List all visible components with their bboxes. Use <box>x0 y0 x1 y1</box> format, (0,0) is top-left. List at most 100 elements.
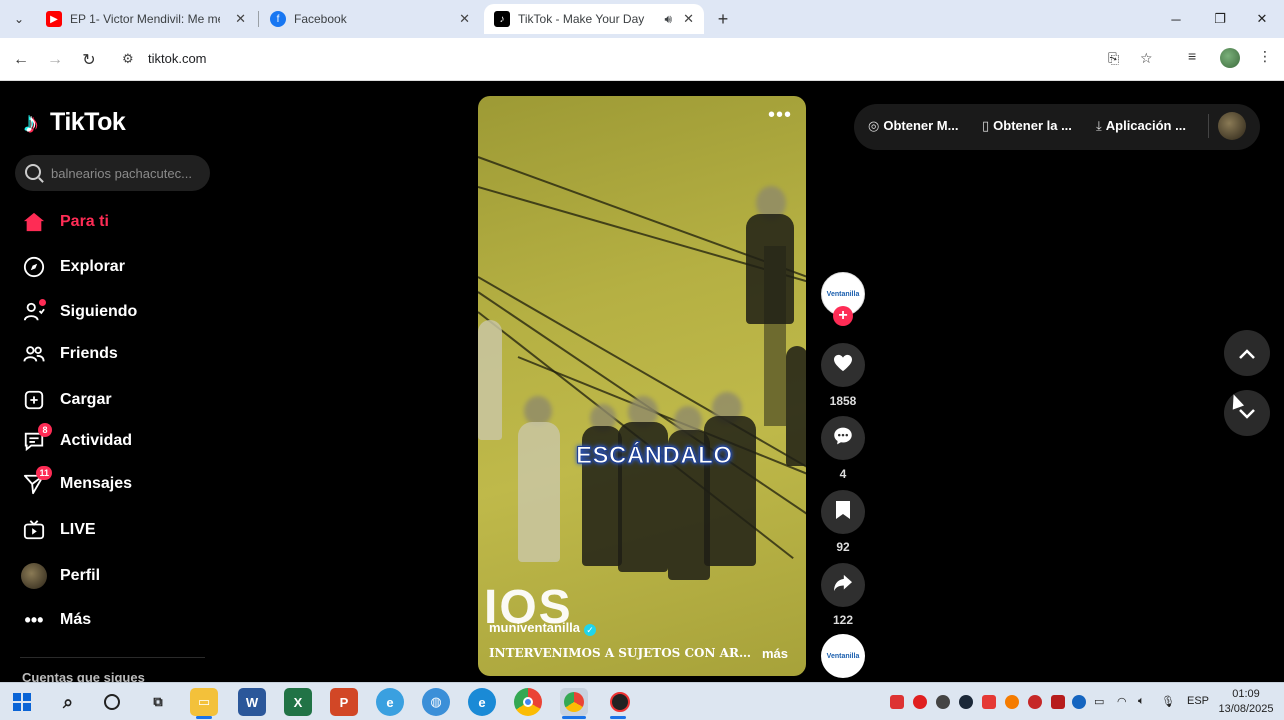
tab-youtube[interactable]: ▶ EP 1- Victor Mendivil: Me metí ✕ <box>36 4 256 34</box>
tray-app-icon[interactable] <box>982 695 996 709</box>
taskbar-search-icon[interactable]: ⌕ <box>54 688 82 716</box>
task-view-icon[interactable]: ⧉ <box>144 688 172 716</box>
browser-profile-avatar[interactable] <box>1220 48 1240 68</box>
follow-plus-button[interactable]: + <box>833 306 853 326</box>
get-coins-button[interactable]: ◎ Obtener M... <box>868 118 958 134</box>
tab-tiktok[interactable]: ♪ TikTok - Make Your Day 🔊︎ ✕ <box>484 4 704 34</box>
video-player[interactable]: ••• ESCÁNDALO IOS muniventanilla ✓ INTERV… <box>478 96 806 676</box>
nav-cargar[interactable]: Cargar <box>20 385 112 415</box>
save-button[interactable] <box>821 490 865 534</box>
tab-facebook[interactable]: f Facebook ✕ <box>260 4 480 34</box>
site-info-icon[interactable]: ⚙ <box>122 51 134 67</box>
recording-app-icon[interactable] <box>606 688 634 716</box>
bookmark-icon <box>835 500 851 525</box>
video-options-icon[interactable]: ••• <box>768 104 792 127</box>
video-author[interactable]: muniventanilla ✓ <box>489 620 597 636</box>
profile-avatar <box>21 563 47 589</box>
active-app-indicator <box>196 716 212 719</box>
previous-video-button[interactable] <box>1224 330 1270 376</box>
description-more-link[interactable]: más <box>762 646 788 661</box>
facebook-icon: f <box>270 11 286 27</box>
volume-icon[interactable]: 🔈︎ <box>1138 695 1145 708</box>
new-tab-button[interactable]: + <box>712 8 734 30</box>
windows-start-icon[interactable] <box>8 688 36 716</box>
live-icon <box>20 516 48 544</box>
get-app-button[interactable]: ▯ Obtener la ... <box>982 118 1072 134</box>
language-indicator[interactable]: ESP <box>1187 695 1209 707</box>
tray-app-icon[interactable] <box>1028 695 1042 709</box>
system-clock[interactable]: 01:09 13/08/2025 <box>1218 687 1274 717</box>
download-app-button[interactable]: ⤓ Aplicación ... <box>1096 118 1186 134</box>
maximize-button[interactable]: ❐ <box>1198 0 1242 38</box>
close-tab-icon[interactable]: ✕ <box>459 11 470 27</box>
tray-app-icon[interactable] <box>936 695 950 709</box>
upload-icon <box>20 386 48 414</box>
battery-icon[interactable]: ▭ <box>1094 695 1104 708</box>
user-avatar[interactable] <box>1218 112 1246 140</box>
browser-toolbar: ← → ↻ ⚙ tiktok.com ⎘ ☆ ≡ ⋮ <box>0 38 1284 81</box>
comment-button[interactable] <box>821 416 865 460</box>
browser-tab-strip: ⌄ ▶ EP 1- Victor Mendivil: Me metí ✕ f F… <box>0 0 1284 38</box>
nav-explorar[interactable]: Explorar <box>20 252 125 282</box>
excel-icon[interactable]: X <box>284 688 312 716</box>
install-app-icon[interactable]: ⎘ <box>1108 50 1119 67</box>
microphone-icon[interactable]: 🎙︎ <box>1161 695 1175 708</box>
tray-app-icon[interactable] <box>890 695 904 709</box>
close-tab-icon[interactable]: ✕ <box>235 11 246 27</box>
nav-mas[interactable]: ••• Más <box>20 605 92 635</box>
like-count: 1858 <box>829 394 857 408</box>
active-app-indicator <box>562 716 586 719</box>
close-window-button[interactable]: ✕ <box>1240 0 1284 38</box>
minimize-button[interactable]: ─ <box>1154 0 1198 38</box>
reload-button[interactable]: ↻ <box>76 47 102 73</box>
share-button[interactable] <box>821 563 865 607</box>
messages-badge: 11 <box>36 466 52 480</box>
tiktok-icon: ♪ <box>494 11 510 27</box>
nav-friends[interactable]: Friends <box>20 339 118 369</box>
tiktok-note-icon: ♪ <box>24 106 38 138</box>
file-explorer-icon[interactable]: ▭ <box>190 688 218 716</box>
scene-person <box>786 346 806 466</box>
tray-app-icon[interactable] <box>913 695 927 709</box>
nav-mensajes[interactable]: 11 Mensajes <box>20 466 132 499</box>
nav-siguiendo[interactable]: Siguiendo <box>20 297 137 327</box>
heart-icon <box>833 354 853 377</box>
chrome-icon[interactable] <box>514 688 542 716</box>
tiktok-logo[interactable]: ♪ TikTok <box>22 106 126 138</box>
like-button[interactable] <box>821 343 865 387</box>
wifi-icon[interactable]: ◠ <box>1117 695 1127 708</box>
speaker-icon[interactable]: 🔊︎ <box>664 12 672 27</box>
powerpoint-icon[interactable]: P <box>330 688 358 716</box>
share-count: 122 <box>832 613 854 627</box>
sound-creator-avatar[interactable]: Ventanilla <box>821 634 865 678</box>
globe-app-icon[interactable]: ◍ <box>422 688 450 716</box>
save-count: 92 <box>836 540 850 554</box>
nav-actividad[interactable]: 8 Actividad <box>20 423 132 456</box>
chrome-profile-icon[interactable] <box>560 688 588 716</box>
tab-search-chevron-icon[interactable]: ⌄ <box>8 8 30 30</box>
forward-button[interactable]: → <box>42 47 68 73</box>
activity-icon: 8 <box>20 423 52 455</box>
search-box[interactable] <box>15 155 210 191</box>
edge-icon[interactable]: e <box>468 688 496 716</box>
nav-live[interactable]: LIVE <box>20 515 96 545</box>
nav-perfil[interactable]: Perfil <box>20 561 100 591</box>
verified-icon: ✓ <box>584 624 597 636</box>
nav-para-ti[interactable]: Para ti <box>20 207 109 237</box>
steam-icon[interactable] <box>959 695 973 709</box>
back-button[interactable]: ← <box>8 47 34 73</box>
cortana-icon[interactable] <box>98 688 126 716</box>
phone-icon: ▯ <box>982 118 990 133</box>
bookmark-star-icon[interactable]: ☆ <box>1140 50 1153 67</box>
internet-explorer-icon[interactable]: e <box>376 688 404 716</box>
address-bar[interactable]: ⚙ tiktok.com ⎘ ☆ <box>112 44 1178 74</box>
browser-menu-icon[interactable]: ⋮ <box>1258 48 1272 65</box>
bluetooth-icon[interactable] <box>1072 695 1086 709</box>
tray-app-icon[interactable] <box>1005 695 1019 709</box>
search-input[interactable] <box>51 163 203 183</box>
scene-person <box>478 320 502 440</box>
word-icon[interactable]: W <box>238 688 266 716</box>
media-controls-icon[interactable]: ≡ <box>1188 48 1196 64</box>
tray-app-icon[interactable] <box>1051 695 1065 709</box>
close-tab-icon[interactable]: ✕ <box>683 11 694 27</box>
